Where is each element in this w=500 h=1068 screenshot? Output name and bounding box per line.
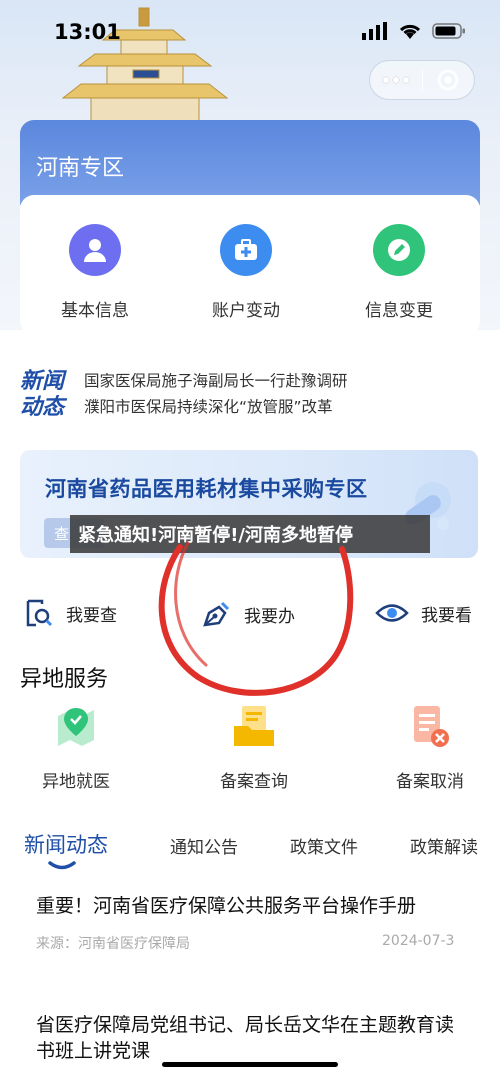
- news-item[interactable]: 濮阳市医保局持续深化“放管服”改革: [84, 395, 333, 417]
- article-date: 2024-07-3: [382, 933, 455, 949]
- action-view[interactable]: 我要看: [375, 598, 472, 628]
- action-handle[interactable]: 我要办: [200, 598, 295, 630]
- tab-active-indicator: [48, 861, 76, 870]
- action-view-label: 我要看: [421, 605, 472, 626]
- target-icon: [437, 69, 459, 91]
- edit-icon: [373, 224, 425, 276]
- quick-basic-info[interactable]: 基本信息: [30, 224, 160, 321]
- status-bar: 13:01: [0, 0, 500, 62]
- status-time: 13:01: [54, 20, 121, 44]
- article-title[interactable]: 省医疗保障局党组书记、局长岳文华在主题教育读书班上讲党课: [36, 1012, 456, 1064]
- henan-zone-title: 河南专区: [36, 156, 125, 181]
- doc-cancel-icon: [414, 706, 449, 747]
- signal-icon: [362, 22, 387, 40]
- quick-info-update-label: 信息变更: [365, 301, 433, 321]
- service-filing-cancel[interactable]: 备案取消: [360, 704, 500, 792]
- article-source: 来源：河南省医疗保障局: [36, 936, 190, 952]
- service-remote-medical[interactable]: 异地就医: [6, 704, 146, 792]
- quick-info-update[interactable]: 信息变更: [334, 224, 464, 321]
- service-filing-query-label: 备案查询: [220, 772, 288, 792]
- pen-icon: [203, 601, 230, 627]
- overlay-caption: 紧急通知!河南暂停!/河南多地暂停: [70, 515, 430, 553]
- tab-notices[interactable]: 通知公告: [170, 833, 238, 858]
- quick-account-change[interactable]: 账户变动: [181, 224, 311, 321]
- tab-policy-interpretation[interactable]: 政策解读: [410, 833, 478, 858]
- service-filing-cancel-label: 备案取消: [396, 772, 464, 792]
- service-remote-medical-label: 异地就医: [42, 772, 110, 792]
- medical-kit-icon: [220, 224, 272, 276]
- svg-text:动态: 动态: [20, 395, 68, 418]
- more-menu-button[interactable]: [370, 77, 422, 83]
- action-search[interactable]: 我要查: [24, 598, 117, 628]
- quick-basic-info-label: 基本信息: [61, 301, 129, 321]
- miniprogram-capsule: [369, 60, 475, 100]
- remote-services-title: 异地服务: [20, 667, 109, 692]
- user-icon: [69, 224, 121, 276]
- search-doc-icon: [26, 599, 53, 627]
- tab-policy-docs[interactable]: 政策文件: [290, 833, 358, 858]
- map-pin-icon: [58, 708, 94, 746]
- action-handle-label: 我要办: [244, 606, 295, 627]
- banner-title: 河南省药品医用耗材集中采购专区: [45, 477, 368, 501]
- svg-text:新闻: 新闻: [20, 368, 67, 394]
- close-miniprogram-button[interactable]: [422, 69, 474, 91]
- news-item[interactable]: 国家医保局施子海副局长一行赴豫调研: [84, 369, 348, 391]
- eye-icon: [375, 604, 409, 622]
- battery-icon: [432, 23, 465, 39]
- home-indicator[interactable]: [162, 1062, 338, 1067]
- service-filing-query[interactable]: 备案查询: [184, 704, 324, 792]
- wifi-icon: [399, 24, 421, 39]
- news-logo-icon: 新闻 动态: [20, 368, 68, 418]
- folder-doc-icon: [234, 706, 274, 746]
- quick-account-change-label: 账户变动: [212, 301, 280, 321]
- tab-news[interactable]: 新闻动态: [24, 829, 108, 859]
- article-title[interactable]: 重要！河南省医疗保障公共服务平台操作手册: [36, 893, 456, 919]
- action-search-label: 我要查: [66, 605, 117, 626]
